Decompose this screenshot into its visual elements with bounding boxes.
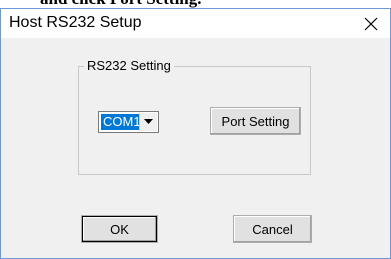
host-rs232-setup-dialog: Host RS232 Setup RS232 Setting COM1 Port… bbox=[0, 8, 391, 259]
cancel-button[interactable]: Cancel bbox=[233, 215, 312, 243]
com-port-select[interactable]: COM1 bbox=[98, 111, 159, 133]
com-port-value: COM1 bbox=[101, 114, 143, 130]
dropdown-arrow-button[interactable] bbox=[139, 113, 157, 131]
ok-button[interactable]: OK bbox=[81, 215, 158, 243]
background-caption: and click Port Setting. bbox=[40, 0, 202, 8]
rs232-setting-groupbox: RS232 Setting COM1 Port Setting bbox=[78, 58, 311, 175]
background-document-strip: and click Port Setting. bbox=[0, 0, 391, 8]
rs232-setting-label: RS232 Setting bbox=[84, 58, 174, 74]
title-bar[interactable]: Host RS232 Setup bbox=[1, 9, 390, 38]
chevron-down-icon bbox=[144, 119, 153, 124]
close-icon bbox=[364, 17, 378, 30]
close-button[interactable] bbox=[352, 9, 390, 38]
window-title: Host RS232 Setup bbox=[9, 14, 142, 31]
port-setting-button[interactable]: Port Setting bbox=[210, 107, 301, 135]
